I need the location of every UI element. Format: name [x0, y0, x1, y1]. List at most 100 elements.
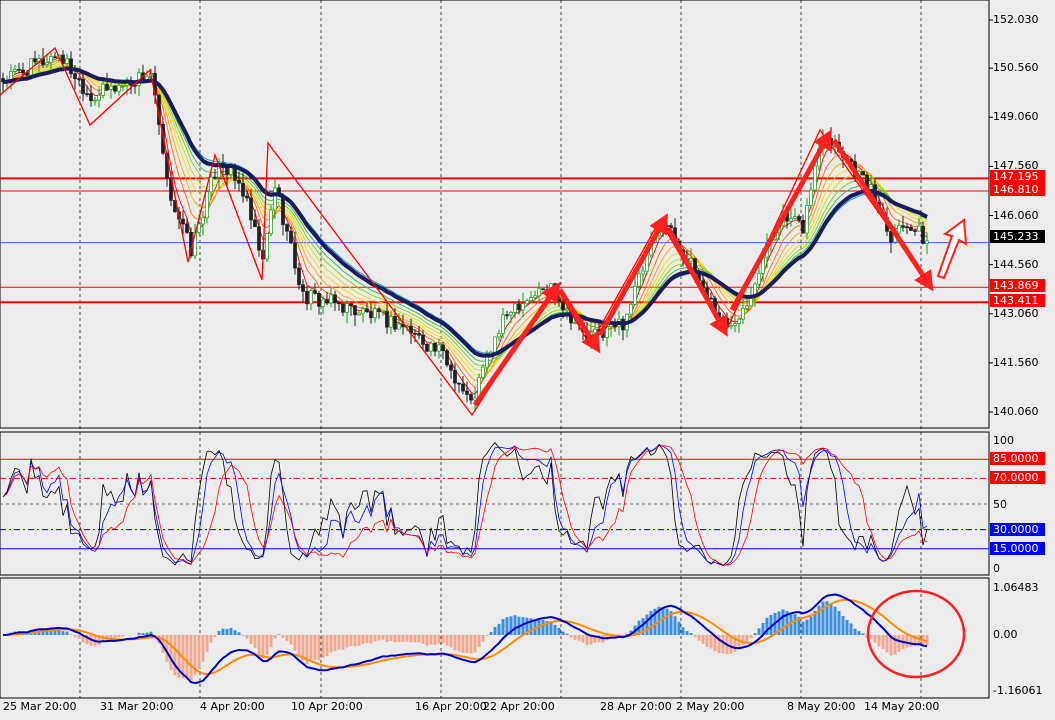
candle-body: [437, 344, 441, 352]
macd-histogram-bar: [137, 632, 141, 635]
candle-body: [249, 197, 253, 221]
candle-body: [509, 311, 513, 316]
macd-histogram-bar: [505, 617, 509, 635]
macd-histogram-bar: [821, 601, 825, 635]
candle-body: [181, 218, 185, 225]
macd-histogram-bar: [833, 606, 837, 635]
macd-histogram-bar: [449, 635, 453, 648]
macd-histogram-bar: [469, 635, 473, 654]
macd-histogram-bar: [333, 635, 337, 651]
candle-body: [365, 308, 369, 313]
macd-histogram-bar: [873, 635, 877, 643]
time-axis-label: 25 Mar 20:00: [3, 700, 77, 713]
macd-histogram-bar: [809, 616, 813, 635]
macd-histogram-bar: [317, 635, 321, 661]
macd-histogram-bar: [489, 632, 493, 635]
macd-histogram-bar: [561, 631, 565, 635]
candle-body: [397, 323, 401, 330]
candle-body: [253, 219, 257, 228]
candle-body: [593, 328, 597, 334]
macd-histogram-bar: [753, 633, 757, 635]
candle-body: [629, 303, 633, 315]
macd-histogram-bar: [857, 631, 861, 635]
candle-body: [81, 78, 85, 94]
macd-histogram-bar: [837, 611, 841, 635]
macd-histogram-bar: [73, 635, 77, 638]
macd-histogram-bar: [329, 635, 333, 653]
macd-histogram-bar: [845, 619, 849, 635]
macd-histogram-bar: [77, 635, 81, 639]
macd-histogram-bar: [849, 623, 853, 635]
candle-body: [357, 312, 361, 316]
macd-histogram-bar: [421, 635, 425, 644]
price-level-tag: 147.195: [990, 170, 1045, 184]
price-tick-label: 152.030: [993, 13, 1039, 26]
stochastic-level-tag: 85.0000: [990, 452, 1045, 466]
macd-histogram-bar: [281, 635, 285, 638]
candle-body: [557, 298, 561, 303]
candle-body: [453, 369, 457, 384]
candle-body: [93, 99, 97, 102]
macd-histogram-bar: [341, 635, 345, 650]
macd-histogram-bar: [141, 633, 145, 635]
candle-body: [301, 284, 305, 292]
candle-body: [565, 308, 569, 311]
price-chart[interactable]: [0, 0, 1055, 720]
price-tick-label: 140.060: [993, 405, 1039, 419]
macd-axis-max: 1.06483: [993, 581, 1039, 594]
candle-body: [385, 310, 389, 328]
macd-histogram-bar: [289, 635, 293, 645]
price-level-tag: 145.233: [990, 229, 1045, 243]
macd-histogram-bar: [441, 635, 445, 644]
macd-histogram-bar: [205, 635, 209, 652]
candle-body: [525, 300, 529, 305]
macd-histogram-bar: [745, 635, 749, 642]
price-level-tag: 146.810: [990, 182, 1045, 196]
stochastic-axis-mid: 50: [993, 498, 1007, 511]
macd-histogram-bar: [437, 635, 441, 644]
candle-body: [309, 290, 313, 305]
candle-body: [465, 390, 469, 395]
price-tick-label: 141.560: [993, 355, 1039, 369]
candle-body: [121, 84, 125, 87]
macd-histogram-bar: [277, 634, 281, 635]
candle-body: [89, 93, 93, 101]
macd-histogram-bar: [897, 635, 901, 652]
macd-histogram-bar: [693, 635, 697, 638]
macd-histogram-bar: [801, 621, 805, 635]
candle-body: [369, 311, 373, 319]
candle-body: [65, 58, 69, 64]
macd-histogram-bar: [169, 635, 173, 671]
price-tick-label: 150.560: [993, 61, 1039, 75]
macd-histogram-bar: [257, 635, 261, 654]
macd-histogram-bar: [425, 635, 429, 646]
macd-histogram-bar: [393, 635, 397, 643]
macd-histogram-bar: [685, 631, 689, 635]
candle-body: [213, 176, 217, 179]
candle-body: [641, 270, 645, 275]
macd-histogram-bar: [297, 635, 301, 657]
macd-histogram-bar: [373, 635, 377, 642]
trend-arrow: [557, 288, 601, 354]
candle-body: [921, 225, 925, 244]
candle-body: [77, 78, 81, 80]
macd-histogram-bar: [201, 635, 205, 662]
candle-body: [413, 332, 417, 335]
macd-histogram-bar: [829, 604, 833, 635]
macd-histogram-bar: [145, 632, 149, 635]
macd-histogram-bar: [313, 635, 317, 660]
candle-body: [329, 294, 333, 304]
candle-body: [33, 58, 37, 63]
macd-histogram-bar: [413, 635, 417, 643]
candle-body: [805, 204, 809, 234]
macd-histogram-bar: [905, 635, 909, 648]
candle-body: [441, 344, 445, 352]
macd-histogram-bar: [485, 635, 489, 636]
macd-histogram-bar: [881, 635, 885, 650]
candle-body: [257, 226, 261, 251]
candle-body: [377, 308, 381, 312]
candle-body: [393, 316, 397, 330]
time-axis-label: 2 May 20:00: [676, 700, 745, 713]
candle-body: [49, 56, 53, 63]
macd-histogram-bar: [245, 635, 249, 639]
